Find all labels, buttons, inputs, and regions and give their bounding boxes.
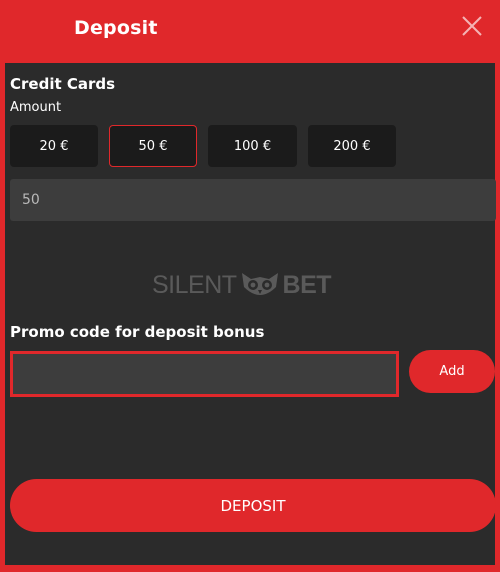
silentbet-watermark: SILENT BET bbox=[152, 268, 342, 302]
deposit-button[interactable]: DEPOSIT bbox=[10, 479, 496, 532]
add-promo-button[interactable]: Add bbox=[409, 350, 495, 393]
watermark-left-text: SILENT bbox=[152, 270, 237, 299]
amount-option-20[interactable]: 20 € bbox=[10, 125, 98, 167]
promo-code-input[interactable] bbox=[10, 351, 399, 397]
amount-option-100[interactable]: 100 € bbox=[208, 125, 297, 167]
owl-icon bbox=[241, 273, 278, 295]
amount-option-50[interactable]: 50 € bbox=[109, 125, 197, 167]
amount-option-200[interactable]: 200 € bbox=[308, 125, 396, 167]
watermark-right-text: BET bbox=[282, 270, 332, 299]
amount-label: Amount bbox=[10, 100, 62, 115]
promo-label: Promo code for deposit bonus bbox=[10, 323, 265, 341]
close-icon[interactable] bbox=[459, 13, 485, 39]
modal-header: Deposit bbox=[0, 0, 500, 60]
payment-method-title: Credit Cards bbox=[10, 75, 116, 93]
amount-field[interactable]: 50 bbox=[10, 179, 496, 221]
deposit-form: Credit Cards Amount 20 € 50 € 100 € 200 … bbox=[5, 63, 496, 565]
deposit-modal: Deposit Credit Cards Amount 20 € 50 € 10… bbox=[0, 0, 500, 572]
modal-title: Deposit bbox=[74, 17, 158, 39]
